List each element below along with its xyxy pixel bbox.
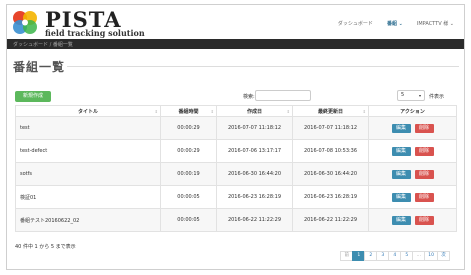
col-header-updated[interactable]: 最終更新日 ⇕ <box>292 105 369 117</box>
cell-updated: 2016-06-23 16:28:19 <box>292 185 369 209</box>
delete-button[interactable]: 削除 <box>414 123 434 133</box>
cell-created: 2016-06-23 16:28:19 <box>216 185 293 209</box>
cell-duration: 00:00:29 <box>160 139 217 163</box>
delete-button[interactable]: 削除 <box>414 192 434 202</box>
table-row: 検証01 00:00:05 2016-06-23 16:28:19 2016-06-2… <box>15 185 457 209</box>
search-input[interactable] <box>255 90 311 101</box>
edit-button[interactable]: 編集 <box>391 123 411 133</box>
nav-dashboard[interactable]: ダッシュボード <box>338 20 373 27</box>
header: PISTA field tracking solution ダッシュボード 番組… <box>7 5 464 39</box>
cell-created: 2016-07-06 13:17:17 <box>216 139 293 163</box>
delete-button[interactable]: 削除 <box>414 146 434 156</box>
per-page-select[interactable]: 5 ▾ <box>397 90 425 101</box>
col-header-title[interactable]: タイトル ⇕ <box>15 105 161 117</box>
cell-actions: 編集 削除 <box>368 185 457 209</box>
col-header-actions: アクション <box>368 105 457 117</box>
brand-subtitle: field tracking solution <box>45 28 145 38</box>
cell-duration: 00:00:05 <box>160 208 217 232</box>
edit-button[interactable]: 編集 <box>391 192 411 202</box>
title-divider <box>67 66 459 67</box>
per-page-value: 5 <box>401 92 405 98</box>
cell-actions: 編集 削除 <box>368 208 457 232</box>
sort-icon: ⇕ <box>286 109 290 114</box>
chevron-down-icon: ▾ <box>418 93 421 98</box>
next-page-button[interactable]: 次 <box>437 251 450 261</box>
cell-created: 2016-06-30 16:44:20 <box>216 162 293 186</box>
cell-title[interactable]: 番組テスト20160622_02 <box>15 208 161 232</box>
cell-updated: 2016-06-22 11:22:29 <box>292 208 369 232</box>
edit-button[interactable]: 編集 <box>391 169 411 179</box>
nav-programs[interactable]: 番組 ⌄ <box>387 20 403 27</box>
programs-table: タイトル ⇕ 番組時間 ⇕ 作成日 ⇕ 最終更新日 ⇕ アクション test 00:00:… <box>15 105 457 232</box>
edit-button[interactable]: 編集 <box>391 146 411 156</box>
cell-actions: 編集 削除 <box>368 116 457 140</box>
cell-duration: 00:00:29 <box>160 116 217 140</box>
cell-title[interactable]: test <box>15 116 161 140</box>
sort-icon: ⇕ <box>362 109 366 114</box>
sort-icon: ⇕ <box>210 109 214 114</box>
breadcrumb: ダッシュボード / 番組一覧 <box>7 39 464 49</box>
table-row: test 00:00:29 2016-07-07 11:18:12 2016-07-0… <box>15 116 457 140</box>
per-page-label: 件表示 <box>429 94 445 100</box>
cell-actions: 編集 削除 <box>368 139 457 163</box>
sort-icon: ⇕ <box>154 109 158 114</box>
edit-button[interactable]: 編集 <box>391 215 411 225</box>
app-window: PISTA field tracking solution ダッシュボード 番組… <box>6 4 465 270</box>
search-label: 検索: <box>243 94 255 100</box>
table-info: 40 件中 1 から 5 まで表示 <box>15 244 76 250</box>
pagination: 前 1 2 3 4 5… 10 次 <box>340 251 450 261</box>
cell-updated: 2016-06-30 16:44:20 <box>292 162 369 186</box>
cell-duration: 00:00:19 <box>160 162 217 186</box>
table-header-row: タイトル ⇕ 番組時間 ⇕ 作成日 ⇕ 最終更新日 ⇕ アクション <box>15 105 457 117</box>
table-row: test-defect 00:00:29 2016-07-06 13:17:17 20… <box>15 139 457 163</box>
cell-title[interactable]: sotfs <box>15 162 161 186</box>
nav-user-menu[interactable]: IMPACTTV 様 ⌄ <box>417 20 454 27</box>
top-nav: ダッシュボード 番組 ⌄ IMPACTTV 様 ⌄ <box>338 20 454 27</box>
col-header-duration[interactable]: 番組時間 ⇕ <box>160 105 217 117</box>
cell-created: 2016-07-07 11:18:12 <box>216 116 293 140</box>
pista-logo-icon <box>13 11 37 34</box>
col-header-created[interactable]: 作成日 ⇕ <box>216 105 293 117</box>
cell-title[interactable]: 検証01 <box>15 185 161 209</box>
delete-button[interactable]: 削除 <box>414 215 434 225</box>
table-row: 番組テスト20160622_02 00:00:05 2016-06-22 11:22… <box>15 208 457 232</box>
page-button[interactable]: 10 <box>424 251 438 261</box>
new-program-button[interactable]: 新規作成 <box>15 91 51 102</box>
cell-updated: 2016-07-07 11:18:12 <box>292 116 369 140</box>
cell-title[interactable]: test-defect <box>15 139 161 163</box>
cell-created: 2016-06-22 11:22:29 <box>216 208 293 232</box>
delete-button[interactable]: 削除 <box>414 169 434 179</box>
cell-updated: 2016-07-08 10:53:36 <box>292 139 369 163</box>
page-title: 番組一覧 <box>13 60 66 74</box>
cell-duration: 00:00:05 <box>160 185 217 209</box>
table-row: sotfs 00:00:19 2016-06-30 16:44:20 2016-06-… <box>15 162 457 186</box>
cell-actions: 編集 削除 <box>368 162 457 186</box>
